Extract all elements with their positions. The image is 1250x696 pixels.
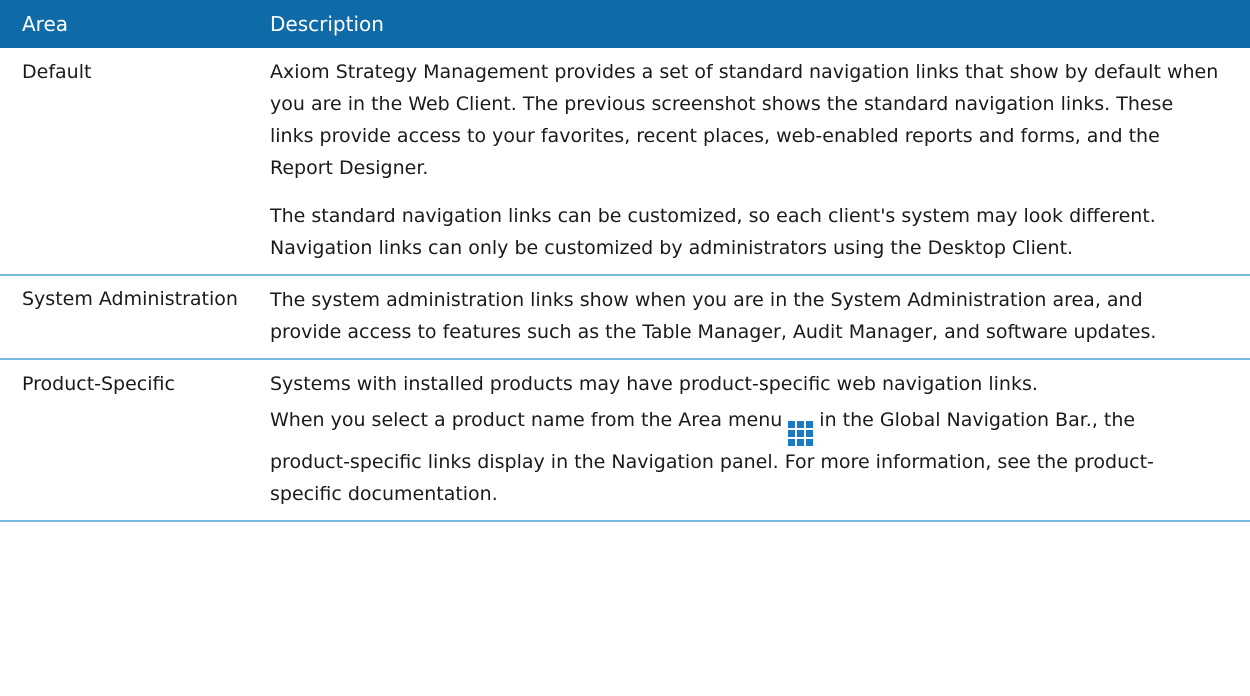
table-row: Default Axiom Strategy Management provid…: [0, 48, 1250, 276]
table-header-row: Area Description: [0, 0, 1250, 48]
table-row: System Administration The system adminis…: [0, 275, 1250, 360]
table-row: Product-Specific Systems with installed …: [0, 359, 1250, 522]
description-paragraph: The system administration links show whe…: [270, 289, 1157, 343]
area-cell: Default: [0, 48, 252, 276]
description-paragraph: The standard navigation links can be cus…: [270, 205, 1156, 259]
description-paragraph: Systems with installed products may have…: [270, 373, 1038, 395]
description-paragraph: When you select a product name from the …: [270, 404, 1220, 510]
description-column-header: Description: [252, 0, 1250, 48]
area-menu-grid-icon: [788, 421, 814, 446]
description-cell: The system administration links show whe…: [252, 275, 1250, 360]
description-paragraph: Axiom Strategy Management provides a set…: [270, 61, 1219, 179]
description-cell: Axiom Strategy Management provides a set…: [252, 48, 1250, 276]
area-cell: System Administration: [0, 275, 252, 360]
navigation-areas-table: Area Description Default Axiom Strategy …: [0, 0, 1250, 522]
area-column-header: Area: [0, 0, 252, 48]
area-cell: Product-Specific: [0, 359, 252, 522]
description-text: When you select a product name from the …: [270, 409, 783, 431]
description-cell: Systems with installed products may have…: [252, 359, 1250, 522]
